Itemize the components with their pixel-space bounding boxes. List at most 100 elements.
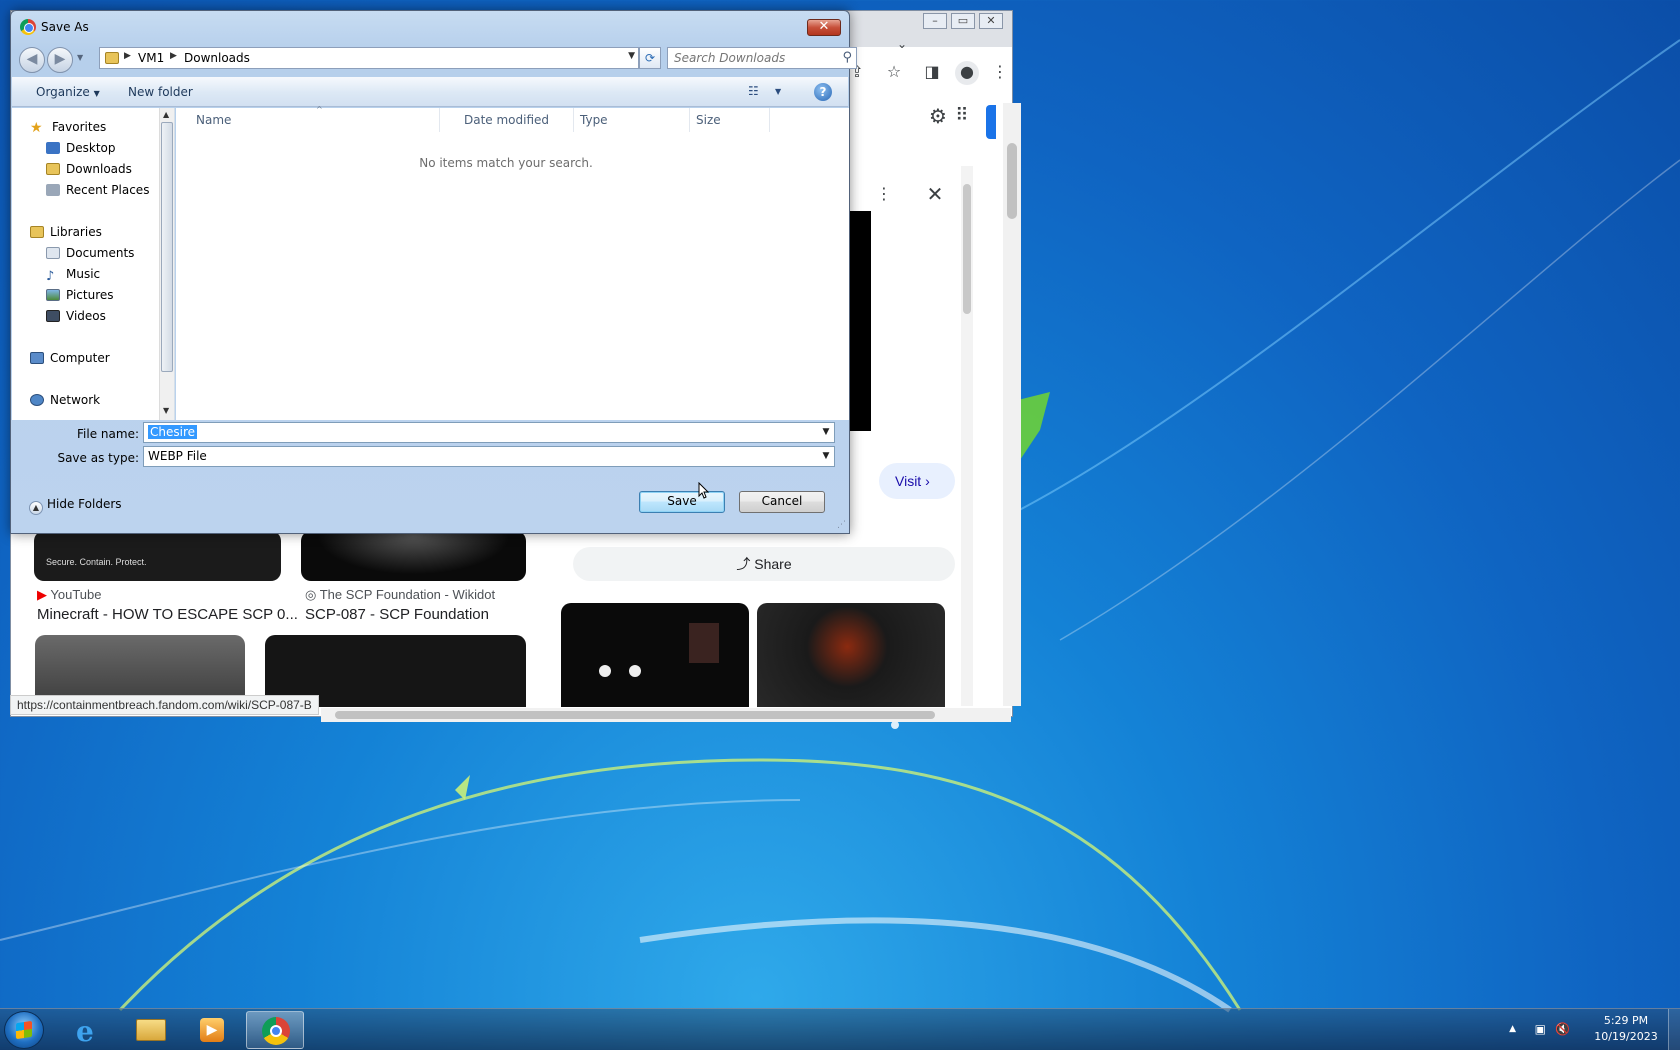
chevron-down-icon[interactable]: ▼: [775, 87, 781, 96]
taskbar-file-explorer[interactable]: [122, 1011, 180, 1049]
save-button[interactable]: Save: [639, 491, 725, 513]
nav-label: Computer: [50, 351, 110, 365]
view-options-icon[interactable]: ☷: [748, 84, 759, 98]
nav-label: Desktop: [66, 141, 116, 155]
computer-icon: [30, 352, 44, 364]
column-type[interactable]: Type: [574, 108, 690, 132]
panel-scrollbar[interactable]: [961, 166, 973, 706]
nav-pane-scrollbar[interactable]: ▲ ▼: [159, 108, 174, 420]
search-input[interactable]: [674, 49, 834, 67]
result-title[interactable]: Minecraft - HOW TO ESCAPE SCP 0...: [37, 606, 298, 623]
back-arrow-icon[interactable]: ◀: [19, 47, 45, 73]
nav-label: Libraries: [50, 225, 102, 239]
file-name-value[interactable]: Chesire: [148, 425, 198, 439]
nav-videos[interactable]: Videos: [46, 309, 106, 323]
nav-computer[interactable]: Computer: [30, 351, 110, 365]
search-box[interactable]: ⚲: [667, 47, 857, 69]
chevron-down-icon[interactable]: ▼: [818, 423, 834, 442]
more-options-icon[interactable]: ⋮: [873, 183, 895, 205]
resize-grip-icon[interactable]: ⋰: [837, 520, 846, 530]
nav-documents[interactable]: Documents: [46, 246, 134, 260]
show-desktop-button[interactable]: [1668, 1009, 1680, 1050]
cancel-button[interactable]: Cancel: [739, 491, 825, 513]
visit-button[interactable]: Visit ›: [879, 463, 955, 499]
scroll-up-icon[interactable]: ▲: [163, 110, 169, 119]
page-vertical-scrollbar[interactable]: [1003, 103, 1021, 706]
desktop-icon: [46, 142, 60, 154]
chrome-icon-center: [270, 1025, 282, 1037]
nav-downloads[interactable]: Downloads: [46, 162, 132, 176]
nav-music[interactable]: ♪ Music: [46, 267, 101, 284]
nav-pictures[interactable]: Pictures: [46, 288, 114, 302]
breadcrumb-separator-icon: ▶: [170, 51, 177, 61]
help-icon[interactable]: ?: [814, 83, 832, 101]
preview-image: [849, 211, 871, 431]
nav-desktop[interactable]: Desktop: [46, 141, 116, 155]
nav-label: Music: [66, 267, 101, 281]
navigation-pane: ★ Favorites Desktop Downloads Recent Plac…: [12, 108, 175, 420]
settings-gear-icon[interactable]: ⚙: [927, 105, 949, 127]
column-size[interactable]: Size: [690, 108, 770, 132]
browser-close-button[interactable]: ✕: [979, 13, 1003, 29]
nav-label: Pictures: [66, 288, 114, 302]
sign-in-button-edge[interactable]: [986, 105, 996, 139]
chevron-down-icon[interactable]: ▼: [818, 447, 834, 466]
profile-avatar-icon[interactable]: ●: [955, 61, 979, 85]
network-tray-icon[interactable]: ▣: [1535, 1022, 1546, 1036]
result-thumbnail[interactable]: [301, 531, 526, 581]
apps-grid-icon[interactable]: ⠿: [951, 105, 973, 127]
column-name[interactable]: Name: [190, 108, 440, 132]
save-type-select[interactable]: WEBP File ▼: [143, 446, 835, 467]
start-button[interactable]: [4, 1011, 44, 1049]
column-date-modified[interactable]: Date modified: [458, 108, 574, 132]
browser-menu-icon[interactable]: ⋮: [989, 61, 1011, 83]
internet-explorer-icon: e: [76, 1015, 94, 1048]
side-panel-icon[interactable]: ◨: [921, 61, 943, 83]
browser-maximize-button[interactable]: ▭: [951, 13, 975, 29]
result-title[interactable]: SCP-087 - SCP Foundation: [305, 606, 489, 623]
organize-label: Organize: [36, 85, 90, 99]
address-dropdown-icon[interactable]: ▼: [628, 51, 635, 61]
nav-libraries[interactable]: Libraries: [30, 225, 102, 239]
hide-folders-toggle[interactable]: ▲ Hide Folders: [29, 497, 122, 515]
show-hidden-icons-icon[interactable]: ▲: [1509, 1024, 1516, 1034]
search-icon[interactable]: ⚲: [842, 50, 852, 65]
scroll-thumb[interactable]: [161, 122, 173, 372]
taskbar-internet-explorer[interactable]: e: [60, 1011, 118, 1049]
organize-menu[interactable]: Organize ▼: [36, 85, 100, 99]
volume-muted-icon[interactable]: 🔇: [1555, 1022, 1570, 1036]
forward-arrow-icon[interactable]: ▶: [47, 47, 73, 73]
downloads-folder-icon: [46, 163, 60, 175]
recent-pages-chevron-icon[interactable]: ▼: [77, 53, 83, 62]
refresh-icon[interactable]: ⟳: [639, 47, 661, 69]
nav-label: Videos: [66, 309, 106, 323]
status-bar-url: https://containmentbreach.fandom.com/wik…: [10, 695, 319, 715]
nav-recent-places[interactable]: Recent Places: [46, 183, 149, 197]
tab-list-chevron-icon[interactable]: ⌄: [891, 33, 913, 55]
nav-favorites[interactable]: ★ Favorites: [30, 120, 106, 136]
breadcrumb-downloads[interactable]: Downloads: [184, 51, 250, 65]
navigation-row: ◀ ▶ ▼ ▶ VM1 ▶ Downloads ▼ ⟳ ⚲: [19, 45, 857, 75]
result-thumbnail[interactable]: [561, 603, 749, 707]
taskbar-media-player[interactable]: ▶: [184, 1011, 242, 1049]
address-bar[interactable]: ▶ VM1 ▶ Downloads ▼: [99, 47, 639, 69]
dialog-close-button[interactable]: ✕: [807, 19, 841, 36]
result-source: ◎ The SCP Foundation - Wikidot: [305, 587, 495, 603]
empty-message: No items match your search.: [419, 156, 593, 170]
close-preview-icon[interactable]: ✕: [924, 183, 946, 205]
scroll-down-icon[interactable]: ▼: [163, 406, 169, 415]
clock[interactable]: 5:29 PM 10/19/2023: [1586, 1013, 1666, 1045]
nav-network[interactable]: Network: [30, 393, 100, 407]
result-thumbnail[interactable]: [757, 603, 945, 707]
share-button[interactable]: ⤴ Share: [573, 547, 955, 581]
new-folder-button[interactable]: New folder: [128, 85, 193, 99]
taskbar-chrome[interactable]: [246, 1011, 304, 1049]
page-horizontal-scrollbar[interactable]: [321, 708, 1011, 722]
breadcrumb-vm1[interactable]: VM1: [138, 51, 164, 65]
media-player-icon: ▶: [200, 1018, 224, 1042]
bookmark-star-icon[interactable]: ☆: [883, 61, 905, 83]
result-thumbnail[interactable]: Secure. Contain. Protect.: [34, 531, 281, 581]
file-name-field[interactable]: Chesire ▼: [143, 422, 835, 443]
folder-icon: [136, 1019, 166, 1041]
browser-minimize-button[interactable]: –: [923, 13, 947, 29]
